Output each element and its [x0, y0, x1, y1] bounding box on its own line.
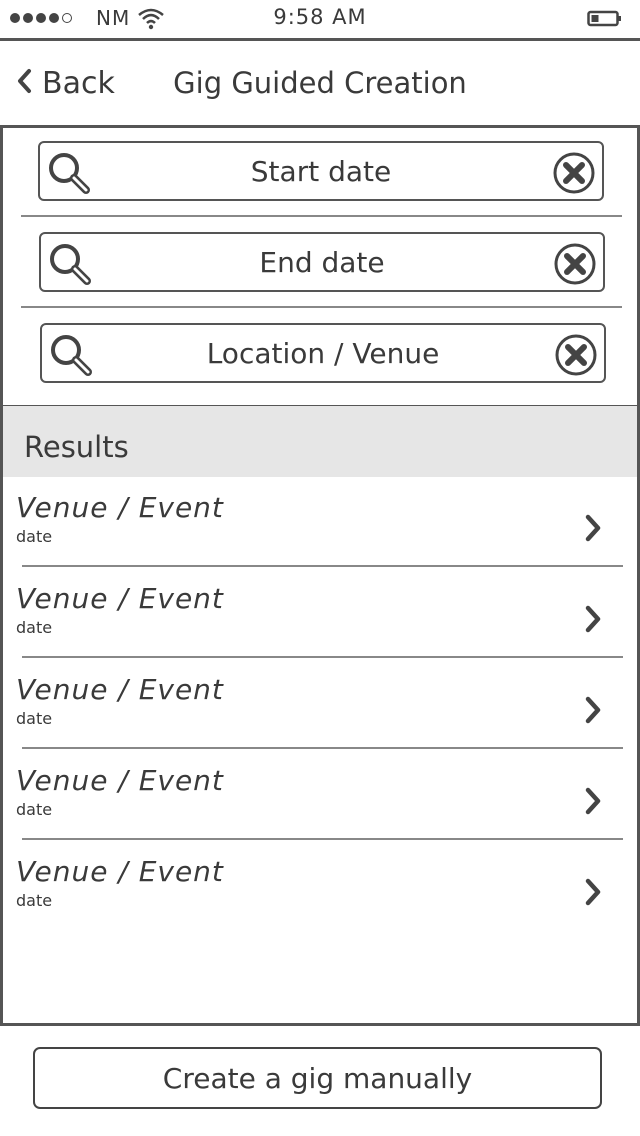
search-panel: Start date End date Location / Venue — [0, 128, 640, 408]
result-date: date — [16, 527, 53, 546]
divider — [21, 215, 622, 217]
back-label: Back — [42, 65, 115, 101]
search-icon — [46, 331, 94, 383]
result-item[interactable]: Venue / Event date — [3, 568, 637, 659]
search-icon — [44, 149, 92, 201]
result-title: Venue / Event — [16, 855, 224, 888]
clear-icon[interactable] — [554, 333, 598, 381]
chevron-left-icon — [16, 68, 32, 98]
result-date: date — [16, 709, 53, 728]
result-item[interactable]: Venue / Event date — [3, 750, 637, 841]
create-gig-manually-button[interactable]: Create a gig manually — [33, 1047, 602, 1109]
result-title: Venue / Event — [16, 673, 224, 706]
result-item[interactable]: Venue / Event date — [3, 841, 637, 932]
divider — [22, 838, 623, 840]
chevron-right-icon — [583, 787, 603, 819]
end-date-label: End date — [259, 246, 385, 279]
app-screen: NM 9:58 AM Back Gig Guided Creation Star… — [0, 0, 640, 1136]
result-date: date — [16, 891, 53, 910]
location-venue-label: Location / Venue — [206, 337, 440, 370]
battery-icon — [587, 10, 623, 32]
result-item[interactable]: Venue / Event date — [3, 659, 637, 750]
result-title: Venue / Event — [16, 491, 224, 524]
divider — [21, 306, 622, 308]
result-date: date — [16, 618, 53, 637]
result-date: date — [16, 800, 53, 819]
chevron-right-icon — [583, 696, 603, 728]
results-header: Results — [3, 406, 637, 477]
result-title: Venue / Event — [16, 764, 224, 797]
result-item[interactable]: Venue / Event date — [3, 477, 637, 568]
status-bar: NM 9:58 AM — [0, 0, 640, 38]
chevron-right-icon — [583, 514, 603, 546]
chevron-right-icon — [583, 605, 603, 637]
start-date-search-field[interactable]: Start date — [38, 141, 604, 201]
chevron-right-icon — [583, 878, 603, 910]
results-panel: Results Venue / Event date Venue / Event… — [0, 406, 640, 1026]
location-venue-search-field[interactable]: Location / Venue — [40, 323, 606, 383]
divider — [22, 565, 623, 567]
result-title: Venue / Event — [16, 582, 224, 615]
divider — [22, 747, 623, 749]
navigation-bar: Back Gig Guided Creation — [0, 38, 640, 128]
clear-icon[interactable] — [553, 242, 597, 290]
search-icon — [45, 240, 93, 292]
back-button[interactable]: Back — [16, 63, 115, 103]
start-date-label: Start date — [250, 155, 392, 188]
status-time: 9:58 AM — [273, 5, 367, 29]
end-date-search-field[interactable]: End date — [39, 232, 605, 292]
clear-icon[interactable] — [552, 151, 596, 199]
divider — [22, 656, 623, 658]
results-title: Results — [24, 430, 129, 464]
